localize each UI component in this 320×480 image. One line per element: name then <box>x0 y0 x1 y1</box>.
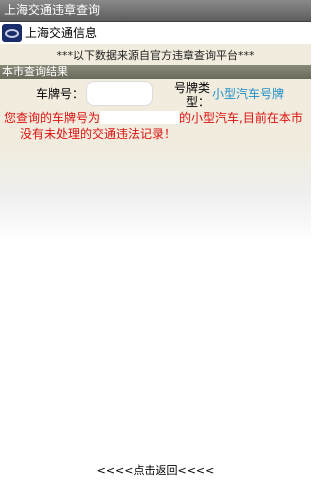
result-prefix: 您查询的车牌号为 <box>4 111 101 125</box>
header-title: 上海交通信息 <box>25 26 98 40</box>
plate-number-label: 车牌号： <box>36 87 85 101</box>
plate-number-field[interactable] <box>86 81 153 106</box>
plate-type-value: 小型汽车号牌 <box>212 87 285 101</box>
data-source-notice: ***以下数据来源自官方违章查询平台*** <box>56 49 255 62</box>
section-title: 本市查询结果 <box>2 65 68 78</box>
window-title: 上海交通违章查询 <box>4 3 101 17</box>
result-suffix: 的小型汽车,目前在本市 <box>179 111 303 125</box>
app-header: 上海交通信息 <box>0 22 311 44</box>
result-message-line1: 您查询的车牌号为 的小型汽车,目前在本市 <box>4 110 303 126</box>
window-title-bar: 上海交通违章查询 <box>0 0 311 22</box>
plate-type-label: 号牌类 <box>174 81 211 95</box>
back-button[interactable]: <<<<点击返回<<<< <box>0 462 311 480</box>
redacted-plate <box>100 111 180 124</box>
plate-type-label-cont: 型： <box>186 95 211 109</box>
app-logo-icon <box>2 24 22 42</box>
result-message-line2: 没有未处理的交通违法记录！ <box>20 127 177 141</box>
